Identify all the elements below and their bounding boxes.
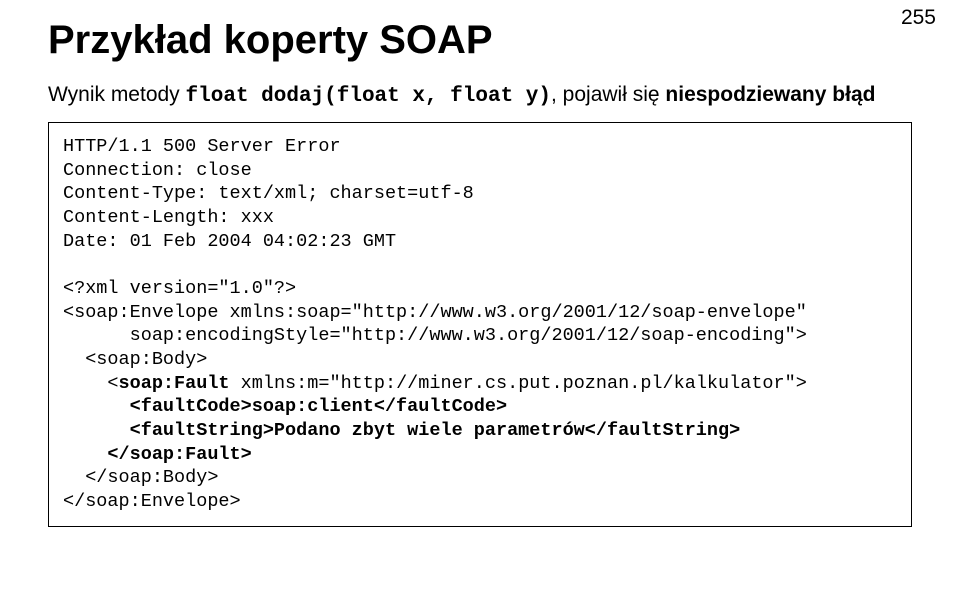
code-line: <soap:Envelope xmlns:soap="http://www.w3…: [63, 302, 807, 323]
code-line: Content-Type: text/xml; charset=utf-8: [63, 183, 474, 204]
code-line: xmlns:m="http://miner.cs.put.poznan.pl/k…: [230, 373, 807, 394]
subtitle-mono: float dodaj(float x, float y): [186, 85, 551, 108]
code-fault-code: <faultCode>soap:client</faultCode>: [63, 396, 507, 417]
subtitle-prefix: Wynik metody: [48, 83, 180, 106]
code-line: Content-Length: xxx: [63, 207, 274, 228]
code-box: HTTP/1.1 500 Server Error Connection: cl…: [48, 122, 912, 527]
code-fault-tag: soap:Fault: [119, 373, 230, 394]
code-fault-close: </soap:Fault>: [63, 444, 252, 465]
slide-title: Przykład koperty SOAP: [48, 18, 912, 63]
code-line: Connection: close: [63, 160, 252, 181]
page-number: 255: [901, 6, 936, 30]
code-line: HTTP/1.1 500 Server Error: [63, 136, 341, 157]
code-line: <: [63, 373, 119, 394]
subtitle-bold: niespodziewany błąd: [665, 83, 875, 106]
code-line: </soap:Body>: [63, 467, 218, 488]
code-line: Date: 01 Feb 2004 04:02:23 GMT: [63, 231, 396, 252]
code-line: </soap:Envelope>: [63, 491, 241, 512]
code-line: <soap:Body>: [63, 349, 207, 370]
slide-page: 255 Przykład koperty SOAP Wynik metody f…: [0, 0, 960, 603]
code-fault-string: <faultString>Podano zbyt wiele parametró…: [63, 420, 740, 441]
code-line: soap:encodingStyle="http://www.w3.org/20…: [63, 325, 807, 346]
subtitle-middle: , pojawił się: [551, 83, 660, 106]
slide-subtitle: Wynik metody float dodaj(float x, float …: [48, 83, 912, 108]
code-line: <?xml version="1.0"?>: [63, 278, 296, 299]
